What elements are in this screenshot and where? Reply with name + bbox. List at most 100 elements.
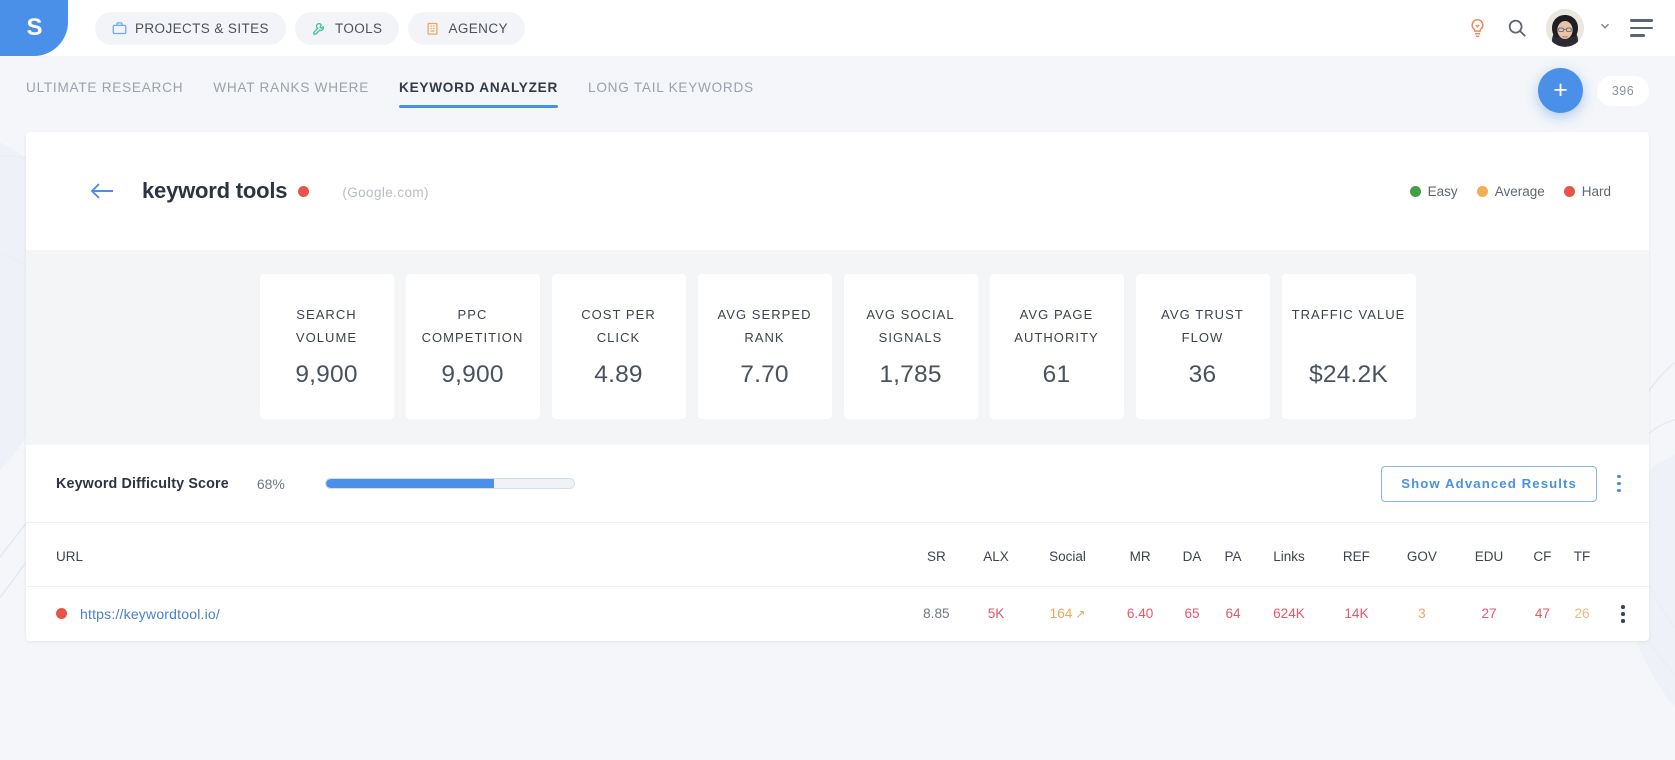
wrench-icon — [312, 21, 327, 36]
difficulty-score-label: Keyword Difficulty Score — [56, 475, 229, 492]
nav-agency[interactable]: AGENCY — [408, 11, 525, 45]
col-social: Social — [1049, 549, 1086, 564]
metric-value: 9,900 — [441, 361, 504, 388]
col-pa: PA — [1224, 549, 1242, 564]
legend-label-easy: Easy — [1427, 183, 1458, 199]
chevron-down-icon[interactable] — [1598, 19, 1612, 38]
nav-tools-label: TOOLS — [334, 20, 383, 36]
cell-tf: 26 — [1574, 606, 1590, 622]
table-header-row: URL SR ALX Social MR DA PA Links REF GOV… — [26, 523, 1649, 587]
credits-count-badge[interactable]: 396 — [1597, 75, 1649, 106]
plus-icon: + — [1553, 76, 1568, 104]
trend-up-icon: ↗ — [1075, 607, 1086, 622]
tab-what-ranks-where[interactable]: WHAT RANKS WHERE — [213, 80, 369, 108]
metric-value: $24.2K — [1309, 361, 1388, 388]
col-url: URL — [56, 549, 84, 564]
metric-value: 9,900 — [295, 361, 358, 388]
tab-ultimate-research[interactable]: ULTIMATE RESEARCH — [26, 80, 183, 108]
cell-alx: 5K — [987, 606, 1005, 622]
metrics-strip: SEARCH VOLUME 9,900 PPC COMPETITION 9,90… — [26, 250, 1649, 445]
user-avatar[interactable] — [1546, 9, 1584, 47]
difficulty-score-row: Keyword Difficulty Score 68% Show Advanc… — [26, 445, 1649, 523]
search-engine-label: (Google.com) — [342, 185, 429, 200]
difficulty-legend: Easy Average Hard — [1409, 183, 1611, 199]
metric-card-cost-per-click: COST PER CLICK 4.89 — [551, 274, 686, 419]
cell-da: 65 — [1184, 606, 1200, 622]
briefcase-icon — [112, 21, 127, 36]
brand-logo[interactable]: S — [0, 0, 68, 56]
legend-dot-easy — [1409, 185, 1421, 197]
keyword-difficulty-dot — [298, 185, 310, 197]
page-title: keyword tools — [142, 178, 288, 203]
cell-sr: 8.85 — [923, 606, 950, 622]
tab-long-tail-keywords[interactable]: LONG TAIL KEYWORDS — [588, 80, 754, 108]
building-icon — [425, 21, 440, 36]
col-links: Links — [1273, 549, 1305, 564]
metric-value: 1,785 — [879, 361, 942, 388]
col-edu: EDU — [1474, 549, 1504, 564]
metric-card-avg-page-authority: AVG PAGE AUTHORITY 61 — [989, 274, 1124, 419]
cell-url: https://keywordtool.io/ — [26, 587, 906, 641]
nav-tools[interactable]: TOOLS — [294, 11, 400, 45]
legend-item-hard: Hard — [1563, 183, 1611, 199]
col-cf: CF — [1533, 549, 1552, 564]
show-advanced-results-button[interactable]: Show Advanced Results — [1381, 465, 1597, 502]
cell-social-value: 164 — [1049, 606, 1073, 622]
search-icon[interactable] — [1506, 17, 1528, 39]
difficulty-score-percent: 68% — [256, 475, 285, 492]
metric-label: AVG PAGE AUTHORITY — [1014, 307, 1099, 346]
metric-card-avg-trust-flow: AVG TRUST FLOW 36 — [1135, 274, 1270, 419]
cell-mr: 6.40 — [1126, 606, 1154, 622]
metric-label: AVG SERPED RANK — [717, 307, 812, 346]
header-actions — [1467, 9, 1653, 47]
result-url-link[interactable]: https://keywordtool.io/ — [80, 606, 220, 622]
legend-label-hard: Hard — [1581, 183, 1611, 199]
metric-label: PPC COMPETITION — [421, 307, 524, 346]
col-alx: ALX — [983, 549, 1009, 564]
metric-card-traffic-value: TRAFFIC VALUE $24.2K — [1281, 274, 1416, 419]
tab-keyword-analyzer[interactable]: KEYWORD ANALYZER — [399, 80, 559, 108]
keyword-analyzer-card: keyword tools (Google.com) Easy Average … — [26, 132, 1649, 641]
section-tabs: ULTIMATE RESEARCH WHAT RANKS WHERE KEYWO… — [26, 56, 754, 108]
metric-label: TRAFFIC VALUE — [1291, 307, 1406, 322]
metric-label: COST PER CLICK — [581, 307, 656, 346]
col-ref: REF — [1342, 549, 1370, 564]
row-more-options-icon[interactable] — [1609, 605, 1637, 623]
col-da: DA — [1182, 549, 1202, 564]
top-header: S PROJECTS & SITES TOOLS AGENCY — [0, 0, 1675, 56]
nav-projects-and-sites[interactable]: PROJECTS & SITES — [95, 11, 286, 45]
difficulty-progress-fill — [325, 479, 495, 488]
difficulty-progress-bar — [324, 478, 575, 489]
lightbulb-icon[interactable] — [1467, 18, 1488, 39]
metric-label: SEARCH VOLUME — [295, 307, 358, 346]
col-tf: TF — [1573, 549, 1591, 564]
nav-projects-label: PROJECTS & SITES — [135, 20, 269, 36]
hamburger-menu-icon[interactable] — [1630, 19, 1653, 37]
legend-item-easy: Easy — [1409, 183, 1458, 199]
metric-label: AVG TRUST FLOW — [1161, 307, 1244, 346]
section-tabs-row: ULTIMATE RESEARCH WHAT RANKS WHERE KEYWO… — [0, 56, 1675, 132]
results-table: URL SR ALX Social MR DA PA Links REF GOV… — [26, 523, 1649, 641]
results-table-body: https://keywordtool.io/ 8.85 5K 164 ↗ 6.4… — [26, 586, 1649, 641]
col-mr: MR — [1129, 549, 1151, 564]
primary-nav: PROJECTS & SITES TOOLS AGENCY — [95, 11, 525, 45]
arrow-left-icon[interactable] — [90, 182, 114, 200]
cell-gov: 3 — [1418, 606, 1426, 622]
metric-value: 7.70 — [740, 361, 789, 388]
tabs-right-actions: + 396 — [1538, 56, 1649, 113]
metric-card-search-volume: SEARCH VOLUME 9,900 — [259, 274, 394, 419]
legend-dot-average — [1476, 185, 1488, 197]
add-keyword-button[interactable]: + — [1538, 68, 1583, 113]
cell-edu: 27 — [1481, 606, 1497, 622]
metric-card-avg-social-signals: AVG SOCIAL SIGNALS 1,785 — [843, 274, 978, 419]
nav-agency-label: AGENCY — [448, 20, 508, 36]
metric-value: 36 — [1188, 361, 1217, 388]
metric-label: AVG SOCIAL SIGNALS — [866, 307, 955, 346]
app-root: S PROJECTS & SITES TOOLS AGENCY ULTIMATE… — [0, 0, 1675, 760]
cell-social: 164 ↗ — [1025, 587, 1109, 641]
metric-card-avg-serped-rank: AVG SERPED RANK 7.70 — [697, 274, 832, 419]
url-cell-inner: https://keywordtool.io/ — [56, 606, 906, 622]
more-options-icon[interactable] — [1605, 474, 1633, 493]
col-actions — [1601, 523, 1649, 587]
legend-label-average: Average — [1494, 183, 1545, 199]
